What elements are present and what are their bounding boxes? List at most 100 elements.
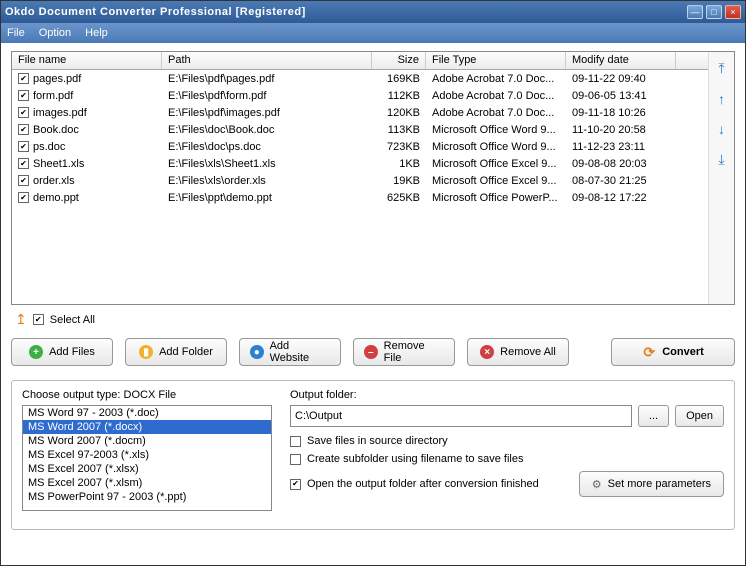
convert-icon: ⟳ [642,345,656,359]
col-size[interactable]: Size [372,52,426,69]
move-up-icon[interactable]: ↑ [718,91,725,107]
save-in-source-label: Save files in source directory [307,435,448,447]
col-path[interactable]: Path [162,52,372,69]
output-type-option[interactable]: MS Excel 2007 (*.xlsm) [23,476,271,490]
file-size: 112KB [372,90,426,102]
file-name: pages.pdf [33,73,81,85]
file-date: 09-08-08 20:03 [566,158,676,170]
row-checkbox[interactable]: ✔ [18,90,29,101]
output-folder-label: Output folder: [290,389,724,401]
output-type-option[interactable]: MS Word 97 - 2003 (*.doc) [23,406,271,420]
set-more-parameters-button[interactable]: ⚙Set more parameters [579,471,724,497]
table-row[interactable]: ✔images.pdfE:\Files\pdf\images.pdf120KBA… [12,104,708,121]
file-path: E:\Files\doc\ps.doc [162,141,372,153]
open-after-label: Open the output folder after conversion … [307,478,539,490]
file-path: E:\Files\pdf\images.pdf [162,107,372,119]
file-type: Microsoft Office Excel 9... [426,175,566,187]
add-website-button[interactable]: ●Add Website [239,338,341,366]
col-date[interactable]: Modify date [566,52,676,69]
file-date: 09-06-05 13:41 [566,90,676,102]
file-type: Adobe Acrobat 7.0 Doc... [426,90,566,102]
file-name: Sheet1.xls [33,158,84,170]
file-date: 09-11-18 10:26 [566,107,676,119]
title-bar: Okdo Document Converter Professional [Re… [1,1,745,23]
col-type[interactable]: File Type [426,52,566,69]
menu-option[interactable]: Option [39,27,71,39]
table-row[interactable]: ✔Book.docE:\Files\doc\Book.doc113KBMicro… [12,121,708,138]
file-name: Book.doc [33,124,79,136]
move-top-icon[interactable]: ⤒ [718,60,724,77]
col-name[interactable]: File name [12,52,162,69]
reorder-buttons: ⤒ ↑ ↓ ⤓ [708,52,734,304]
file-size: 19KB [372,175,426,187]
globe-icon: ● [250,345,264,359]
table-row[interactable]: ✔pages.pdfE:\Files\pdf\pages.pdf169KBAdo… [12,70,708,87]
convert-button[interactable]: ⟳Convert [611,338,735,366]
table-row[interactable]: ✔ Sheet1.xls E:\Files\xls\Sheet1.xls1KBMic… [12,155,708,172]
gear-icon: ⚙ [592,478,602,491]
file-date: 09-08-12 17:22 [566,192,676,204]
browse-button[interactable]: ... [638,405,669,427]
row-checkbox[interactable]: ✔ [18,158,29,169]
output-type-option[interactable]: MS PowerPoint 97 - 2003 (*.ppt) [23,490,271,504]
menu-help[interactable]: Help [85,27,108,39]
output-type-option[interactable]: MS Excel 97-2003 (*.xls) [23,448,271,462]
file-name: order.xls [33,175,75,187]
output-type-option[interactable]: MS Excel 2007 (*.xlsx) [23,462,271,476]
file-name: demo.ppt [33,192,79,204]
output-type-option[interactable]: MS Word 2007 (*.docx) [23,420,271,434]
output-folder-input[interactable] [290,405,632,427]
minimize-button[interactable]: — [687,5,703,19]
up-folder-icon[interactable]: ↥ [15,311,27,328]
row-checkbox[interactable]: ✔ [18,73,29,84]
file-type: Microsoft Office Word 9... [426,141,566,153]
save-in-source-checkbox[interactable] [290,436,301,447]
file-path: E:\Files\pdf\pages.pdf [162,73,372,85]
maximize-button[interactable]: □ [706,5,722,19]
row-checkbox[interactable]: ✔ [18,141,29,152]
folder-icon: ▮ [139,345,153,359]
output-type-option[interactable]: MS Word 2007 (*.docm) [23,434,271,448]
output-type-listbox[interactable]: MS Word 97 - 2003 (*.doc)MS Word 2007 (*… [22,405,272,511]
file-size: 1KB [372,158,426,170]
file-size: 723KB [372,141,426,153]
row-checkbox[interactable]: ✔ [18,192,29,203]
file-path: E:\Files\xls\Sheet1.xls [162,158,372,170]
file-type: Microsoft Office Word 9... [426,124,566,136]
table-header: File name Path Size File Type Modify dat… [12,52,708,70]
remove-all-button[interactable]: ×Remove All [467,338,569,366]
plus-icon: + [29,345,43,359]
create-subfolder-label: Create subfolder using filename to save … [307,453,523,465]
file-path: E:\Files\pdf\form.pdf [162,90,372,102]
window-title: Okdo Document Converter Professional [Re… [5,6,684,18]
add-folder-button[interactable]: ▮Add Folder [125,338,227,366]
add-files-button[interactable]: +Add Files [11,338,113,366]
toolbar: +Add Files ▮Add Folder ●Add Website –Rem… [11,338,735,366]
close-button[interactable]: × [725,5,741,19]
row-checkbox[interactable]: ✔ [18,107,29,118]
file-date: 09-11-22 09:40 [566,73,676,85]
settings-panel: Choose output type: DOCX File MS Word 97… [11,380,735,530]
menu-file[interactable]: File [7,27,25,39]
file-type: Microsoft Office PowerP... [426,192,566,204]
row-checkbox[interactable]: ✔ [18,124,29,135]
table-row[interactable]: ✔form.pdfE:\Files\pdf\form.pdf112KBAdobe… [12,87,708,104]
minus-icon: – [364,345,378,359]
file-date: 11-12-23 23:11 [566,141,676,153]
file-type: Microsoft Office Excel 9... [426,158,566,170]
file-date: 11-10-20 20:58 [566,124,676,136]
table-row[interactable]: ✔demo.pptE:\Files\ppt\demo.ppt625KBMicro… [12,189,708,206]
open-folder-button[interactable]: Open [675,405,724,427]
row-checkbox[interactable]: ✔ [18,175,29,186]
move-bottom-icon[interactable]: ⤓ [718,151,724,168]
file-size: 120KB [372,107,426,119]
file-size: 113KB [372,124,426,136]
create-subfolder-checkbox[interactable] [290,454,301,465]
open-after-checkbox[interactable]: ✔ [290,479,301,490]
menu-bar: File Option Help [1,23,745,43]
move-down-icon[interactable]: ↓ [718,121,725,137]
select-all-checkbox[interactable]: ✔ [33,314,44,325]
table-row[interactable]: ✔ps.docE:\Files\doc\ps.doc723KBMicrosoft… [12,138,708,155]
table-row[interactable]: ✔order.xlsE:\Files\xls\order.xls19KBMicr… [12,172,708,189]
remove-file-button[interactable]: –Remove File [353,338,455,366]
